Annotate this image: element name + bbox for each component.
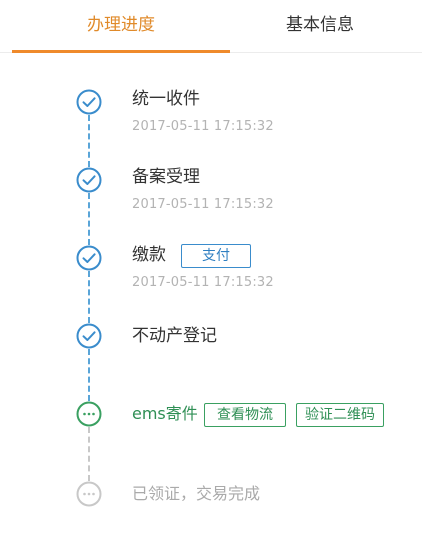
pay-button[interactable]: 支付 (181, 244, 251, 268)
check-circle-icon (76, 245, 102, 271)
tab-basic-info[interactable]: 基本信息 (230, 0, 410, 52)
view-logistics-button[interactable]: 查看物流 (204, 403, 286, 427)
tab-progress-label: 办理进度 (87, 15, 155, 35)
timeline-connector (88, 349, 90, 401)
check-circle-icon (76, 323, 102, 349)
timeline-connector (88, 115, 90, 167)
ellipsis-circle-icon (76, 481, 102, 507)
tab-progress[interactable]: 办理进度 (12, 0, 230, 53)
step-title: ems寄件 (132, 404, 198, 423)
check-circle-icon (76, 167, 102, 193)
tab-basic-info-label: 基本信息 (286, 15, 354, 35)
progress-timeline: 统一收件 2017-05-11 17:15:32 备案受理 2017-05-11… (0, 53, 422, 550)
timeline-connector (88, 427, 90, 481)
step-title: 统一收件 (132, 89, 200, 109)
step-title: 不动产登记 (132, 326, 217, 346)
step-time: 2017-05-11 17:15:32 (132, 197, 274, 212)
ellipsis-circle-icon (76, 401, 102, 427)
verify-qr-code-button[interactable]: 验证二维码 (296, 403, 384, 427)
timeline-connector (88, 193, 90, 245)
tab-bar: 办理进度 基本信息 (0, 0, 422, 53)
step-title: 缴款 (132, 245, 166, 265)
timeline-connector (88, 271, 90, 323)
step-title: 已领证，交易完成 (132, 484, 261, 503)
step-time: 2017-05-11 17:15:32 (132, 275, 274, 290)
check-circle-icon (76, 89, 102, 115)
step-title: 备案受理 (132, 167, 200, 187)
step-time: 2017-05-11 17:15:32 (132, 119, 274, 134)
